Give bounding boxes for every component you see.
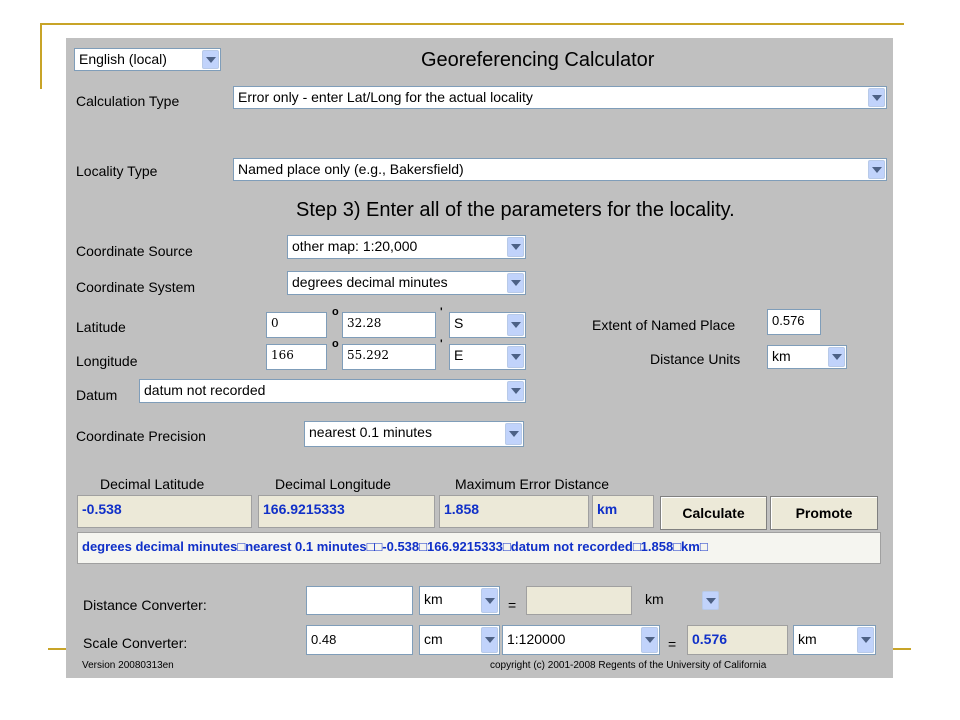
distance-equals: = xyxy=(508,597,517,613)
datum-value: datum not recorded xyxy=(144,382,266,398)
locality-type-label: Locality Type xyxy=(76,163,158,179)
scale-from-unit-select[interactable]: cm xyxy=(419,625,500,655)
chevron-down-icon[interactable] xyxy=(507,314,524,336)
chevron-down-icon[interactable] xyxy=(857,627,874,653)
distance-result-output xyxy=(526,586,632,615)
calculation-type-value: Error only - enter Lat/Long for the actu… xyxy=(238,89,533,105)
chevron-down-icon[interactable] xyxy=(481,627,498,653)
promote-button[interactable]: Promote xyxy=(770,496,878,530)
coordinate-precision-select[interactable]: nearest 0.1 minutes xyxy=(304,421,524,447)
chevron-down-icon[interactable] xyxy=(202,50,219,69)
distance-units-label: Distance Units xyxy=(650,351,741,367)
distance-to-unit-select[interactable]: km xyxy=(640,586,720,615)
chevron-down-icon[interactable] xyxy=(702,591,719,610)
max-error-output: 1.858 xyxy=(439,495,589,528)
calculation-type-select[interactable]: Error only - enter Lat/Long for the actu… xyxy=(233,86,887,109)
distance-units-select[interactable]: km xyxy=(767,345,847,369)
distance-units-value: km xyxy=(772,348,791,364)
scale-converter-input[interactable]: 0.48 xyxy=(306,625,413,655)
latitude-degrees-input[interactable]: 0 xyxy=(266,312,327,338)
minute-symbol: ' xyxy=(440,306,443,318)
longitude-label: Longitude xyxy=(76,353,138,369)
slide-left-line xyxy=(40,23,42,89)
locality-type-select[interactable]: Named place only (e.g., Bakersfield) xyxy=(233,158,887,181)
datum-label: Datum xyxy=(76,387,118,403)
slide-bottom-line-left xyxy=(48,648,66,650)
coordinate-system-value: degrees decimal minutes xyxy=(292,274,448,290)
longitude-minutes-input[interactable]: 55.292 xyxy=(342,344,436,370)
coordinate-source-label: Coordinate Source xyxy=(76,243,193,259)
distance-to-unit-value: km xyxy=(645,591,664,607)
latitude-label: Latitude xyxy=(76,319,126,335)
degree-symbol: o xyxy=(332,306,339,318)
distance-converter-label: Distance Converter: xyxy=(83,597,207,613)
chevron-down-icon[interactable] xyxy=(828,347,845,367)
latitude-direction-value: S xyxy=(454,315,464,331)
latitude-direction-select[interactable]: S xyxy=(449,312,526,338)
chevron-down-icon[interactable] xyxy=(507,381,524,401)
max-error-units-output: km xyxy=(592,495,654,528)
decimal-longitude-label: Decimal Longitude xyxy=(275,476,391,492)
chevron-down-icon[interactable] xyxy=(481,588,498,613)
longitude-direction-value: E xyxy=(454,347,464,363)
extent-input[interactable]: 0.576 xyxy=(767,309,821,335)
scale-value: 1:120000 xyxy=(507,631,566,647)
chevron-down-icon[interactable] xyxy=(505,423,522,445)
step-heading: Step 3) Enter all of the parameters for … xyxy=(296,199,735,221)
decimal-latitude-output: -0.538 xyxy=(77,495,252,528)
distance-converter-input[interactable] xyxy=(306,586,413,615)
scale-from-unit-value: cm xyxy=(424,631,443,647)
coordinate-precision-label: Coordinate Precision xyxy=(76,428,206,444)
scale-equals: = xyxy=(668,636,677,652)
summary-output: degrees decimal minutes□nearest 0.1 minu… xyxy=(77,532,881,564)
latitude-minutes-input[interactable]: 32.28 xyxy=(342,312,436,338)
scale-to-unit-value: km xyxy=(798,631,817,647)
page-title: Georeferencing Calculator xyxy=(421,49,655,71)
coordinate-system-label: Coordinate System xyxy=(76,279,196,295)
decimal-longitude-output: 166.9215333 xyxy=(258,495,435,528)
slide-bottom-line-right xyxy=(893,648,911,650)
scale-result-output: 0.576 xyxy=(687,625,788,655)
language-select[interactable]: English (local) xyxy=(74,48,221,71)
coordinate-source-value: other map: 1:20,000 xyxy=(292,238,418,254)
chevron-down-icon[interactable] xyxy=(507,346,524,368)
language-select-value: English (local) xyxy=(79,51,167,67)
degree-symbol: o xyxy=(332,338,339,350)
slide-top-line xyxy=(40,23,904,25)
longitude-direction-select[interactable]: E xyxy=(449,344,526,370)
chevron-down-icon[interactable] xyxy=(641,627,658,653)
distance-from-unit-select[interactable]: km xyxy=(419,586,500,615)
distance-from-unit-value: km xyxy=(424,591,443,607)
decimal-latitude-label: Decimal Latitude xyxy=(100,476,205,492)
copyright-text: copyright (c) 2001-2008 Regents of the U… xyxy=(490,660,767,671)
coordinate-precision-value: nearest 0.1 minutes xyxy=(309,424,432,440)
calculate-button[interactable]: Calculate xyxy=(660,496,767,530)
extent-label: Extent of Named Place xyxy=(592,317,736,333)
chevron-down-icon[interactable] xyxy=(868,88,885,107)
scale-converter-label: Scale Converter: xyxy=(83,635,188,651)
calculation-type-label: Calculation Type xyxy=(76,93,180,109)
georeferencing-calculator-panel: English (local) Georeferencing Calculato… xyxy=(66,38,893,678)
chevron-down-icon[interactable] xyxy=(868,160,885,179)
datum-select[interactable]: datum not recorded xyxy=(139,379,526,403)
coordinate-system-select[interactable]: degrees decimal minutes xyxy=(287,271,526,295)
longitude-degrees-input[interactable]: 166 xyxy=(266,344,327,370)
version-text: Version 20080313en xyxy=(82,660,174,671)
max-error-label: Maximum Error Distance xyxy=(455,476,610,492)
chevron-down-icon[interactable] xyxy=(507,273,524,293)
scale-to-unit-select[interactable]: km xyxy=(793,625,876,655)
minute-symbol: ' xyxy=(440,338,443,350)
scale-select[interactable]: 1:120000 xyxy=(502,625,660,655)
chevron-down-icon[interactable] xyxy=(507,237,524,257)
coordinate-source-select[interactable]: other map: 1:20,000 xyxy=(287,235,526,259)
locality-type-value: Named place only (e.g., Bakersfield) xyxy=(238,161,464,177)
